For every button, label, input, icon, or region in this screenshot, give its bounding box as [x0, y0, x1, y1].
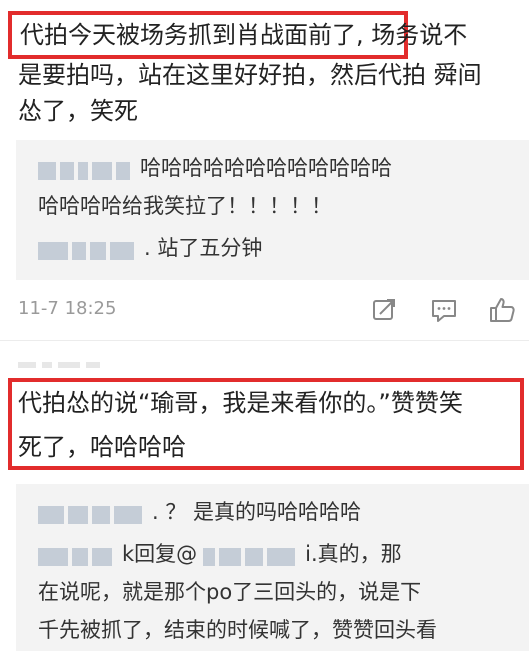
- blurred-username: [38, 159, 134, 180]
- comment1-timestamp: 11-7 18:25: [18, 298, 117, 319]
- comment1-line3: 怂了，笑死: [18, 97, 138, 125]
- comment1-line2: 是要拍吗，站在这里好好拍，然后代拍 舜间: [18, 61, 482, 89]
- comment1-highlighted-text: 代拍今天被场务抓到肖战面前了,: [20, 21, 364, 49]
- reply-1-line1[interactable]: 哈哈哈哈哈哈哈哈哈哈哈哈: [38, 154, 392, 182]
- reply-1-line2: 哈哈哈哈给我笑拉了！！！！！: [38, 194, 332, 218]
- comment-icon[interactable]: [430, 296, 458, 324]
- reply-2[interactable]: . 站了五分钟: [38, 234, 262, 262]
- weibo-comment-screen: 代拍今天被场务抓到肖战面前了, 场务说不 是要拍吗，站在这里好好拍，然后代拍 舜…: [0, 0, 529, 651]
- comment2-reply-1[interactable]: . ？ 是真的吗哈哈哈哈: [38, 498, 361, 526]
- comment2-reply-2-line3: 千先被抓了，结束的时候喊了，赞赞回头看: [38, 618, 437, 642]
- faded-username: [18, 358, 138, 372]
- blurred-username: [38, 239, 138, 260]
- like-icon[interactable]: [488, 296, 516, 324]
- blurred-username: [38, 545, 116, 566]
- comment2-reply-2-line1b: ⅰ.真的，那: [305, 542, 402, 566]
- comment2-replies: . ？ 是真的吗哈哈哈哈 k回复@ ⅰ.真的，那 在说呢，就是那个po了三回头的…: [16, 484, 529, 651]
- comment2-line2: 死了，哈哈哈哈: [18, 433, 186, 461]
- reply-2-text: . 站了五分钟: [144, 236, 263, 260]
- comment2-line1: 代拍怂的说“瑜哥，我是来看你的。”赞赞笑: [18, 389, 463, 417]
- comment2-reply-2-line2: 在说呢，就是那个po了三回头的，说是下: [38, 580, 422, 604]
- blurred-mention: [203, 545, 299, 566]
- blurred-username: [38, 503, 146, 524]
- comment1-meta: 11-7 18:25: [18, 296, 529, 326]
- comment1-line1-rest: 场务说不: [363, 21, 468, 49]
- comment1-replies: 哈哈哈哈哈哈哈哈哈哈哈哈 哈哈哈哈给我笑拉了！！！！！ . 站了五分钟: [16, 140, 529, 280]
- share-icon[interactable]: [370, 296, 398, 324]
- comment2-reply-1-text: . ？ 是真的吗哈哈哈哈: [152, 500, 362, 524]
- reply-1-text-line1: 哈哈哈哈哈哈哈哈哈哈哈哈: [140, 156, 392, 180]
- comment2-reply-2-line1[interactable]: k回复@ ⅰ.真的，那: [38, 540, 402, 568]
- comment1-line1: 代拍今天被场务抓到肖战面前了, 场务说不: [20, 20, 467, 50]
- comment2-reply-2-mention: k回复@: [122, 542, 198, 566]
- comment-divider: [0, 340, 529, 341]
